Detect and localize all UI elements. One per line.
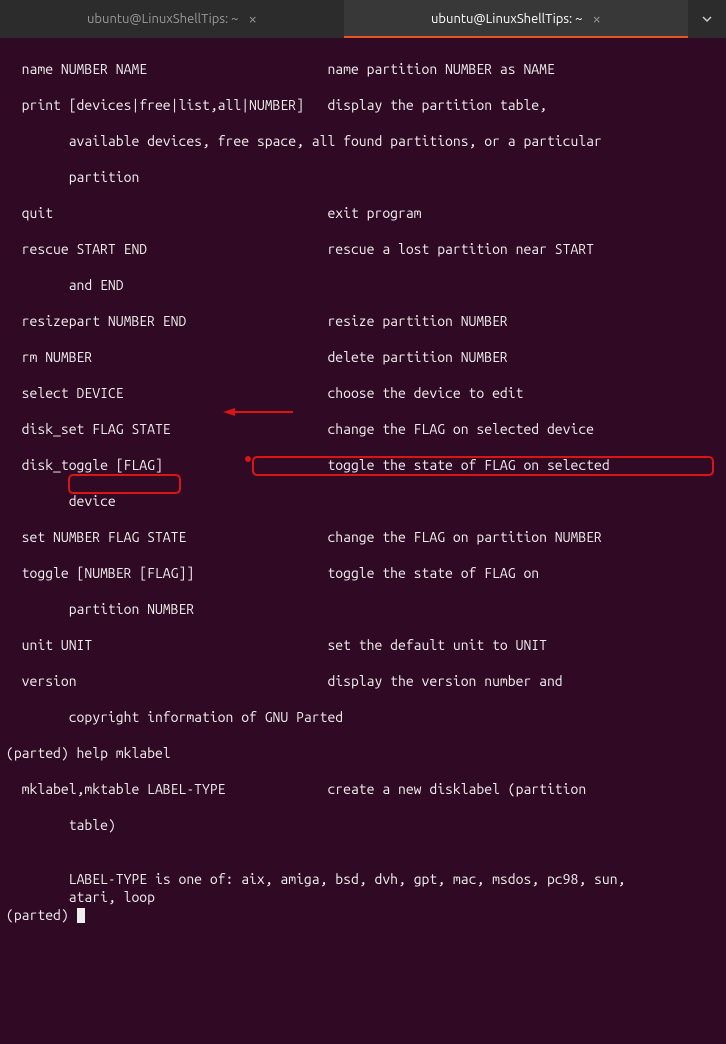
term-line: set NUMBER FLAG STATE change the FLAG on…: [6, 529, 602, 545]
term-line: unit UNIT set the default unit to UNIT: [6, 637, 547, 653]
tab-title: ubuntu@LinuxShellTips: ~: [87, 10, 239, 28]
titlebar: ubuntu@LinuxShellTips: ~ × ubuntu@LinuxS…: [0, 0, 726, 38]
term-line: mklabel,mktable LABEL-TYPE create a new …: [6, 781, 586, 797]
tab-title: ubuntu@LinuxShellTips: ~: [431, 10, 583, 28]
term-line: atari, loop: [6, 889, 155, 905]
close-icon[interactable]: ×: [249, 10, 257, 28]
cursor: [77, 908, 85, 923]
term-line: LABEL-TYPE is one of: aix, amiga, bsd, d…: [6, 871, 625, 887]
term-line: partition: [6, 169, 139, 185]
term-line: (parted): [6, 907, 77, 923]
term-line: name NUMBER NAME name partition NUMBER a…: [6, 61, 555, 77]
term-line: device: [6, 493, 116, 509]
term-line: disk_toggle [FLAG] toggle the state of F…: [6, 457, 610, 473]
term-line: print [devices|free|list,all|NUMBER] dis…: [6, 97, 547, 113]
term-line: disk_set FLAG STATE change the FLAG on s…: [6, 421, 594, 437]
term-line: select DEVICE choose the device to edit: [6, 385, 523, 401]
term-line: quit exit program: [6, 205, 422, 221]
terminal-output[interactable]: name NUMBER NAME name partition NUMBER a…: [0, 38, 726, 1044]
term-line: copyright information of GNU Parted: [6, 709, 343, 725]
term-line: partition NUMBER: [6, 601, 194, 617]
term-line: rescue START END rescue a lost partition…: [6, 241, 594, 257]
term-line: resizepart NUMBER END resize partition N…: [6, 313, 508, 329]
highlight-box-annotation: [68, 474, 181, 494]
term-line: table): [6, 817, 116, 833]
term-line: (parted) help mklabel: [6, 745, 171, 761]
chevron-down-icon: [701, 13, 713, 25]
term-line: rm NUMBER delete partition NUMBER: [6, 349, 508, 365]
close-icon[interactable]: ×: [593, 10, 601, 28]
term-line: available devices, free space, all found…: [6, 133, 602, 149]
new-tab-menu[interactable]: [688, 0, 726, 38]
tab-terminal-1[interactable]: ubuntu@LinuxShellTips: ~ ×: [0, 0, 344, 38]
term-line: and END: [6, 277, 124, 293]
tab-terminal-2[interactable]: ubuntu@LinuxShellTips: ~ ×: [344, 0, 688, 38]
term-line: toggle [NUMBER [FLAG]] toggle the state …: [6, 565, 539, 581]
term-line: version display the version number and: [6, 673, 563, 689]
